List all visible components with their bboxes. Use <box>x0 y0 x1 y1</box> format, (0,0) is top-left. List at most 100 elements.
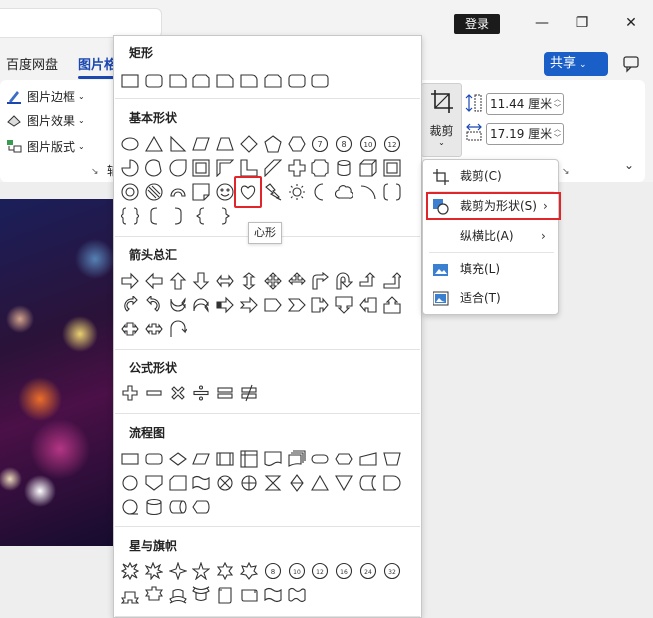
shape-moon-icon[interactable] <box>309 181 331 203</box>
shape-chevron-icon[interactable] <box>286 294 308 316</box>
menu-item-fit[interactable]: 适合(T) <box>423 285 558 311</box>
menu-item-crop-to-shape[interactable]: 裁剪为形状(S) › <box>426 192 561 220</box>
shape-striped-icon[interactable] <box>214 294 236 316</box>
shape-star6-icon[interactable] <box>214 560 236 582</box>
shape-pie-icon[interactable] <box>119 157 141 179</box>
shape-div-icon[interactable] <box>190 382 212 404</box>
shape-star7-icon[interactable] <box>238 560 260 582</box>
shape-fDec-icon[interactable] <box>167 448 189 470</box>
shape-lbrace-icon[interactable] <box>190 205 212 227</box>
shape-trap-icon[interactable] <box>214 133 236 155</box>
shape-plaque-icon[interactable] <box>309 157 331 179</box>
minimize-button[interactable]: — <box>531 12 553 34</box>
shape-fData-icon[interactable] <box>190 448 212 470</box>
spin-icon[interactable]: ︿ ﹀ <box>554 125 561 143</box>
shape-fStored-icon[interactable] <box>357 472 379 494</box>
shape-arc-icon[interactable] <box>167 181 189 203</box>
shape-ribCurUp-icon[interactable] <box>167 584 189 606</box>
shape-curveD-icon[interactable] <box>190 294 212 316</box>
shape-dblbracket-icon[interactable] <box>381 181 403 203</box>
shape-aL-icon[interactable] <box>143 270 165 292</box>
shape-ribCurDn-icon[interactable] <box>190 584 212 606</box>
shape-dodec-icon[interactable]: 12 <box>381 133 403 155</box>
shape-starN12-icon[interactable]: 12 <box>309 560 331 582</box>
dialog-launcher-icon[interactable]: ↘ <box>562 167 570 177</box>
shape-fSort-icon[interactable] <box>286 472 308 494</box>
search-box[interactable] <box>0 8 162 38</box>
shape-fold-icon[interactable] <box>190 181 212 203</box>
shape-rrect-icon[interactable] <box>309 70 331 92</box>
shape-sun-icon[interactable] <box>286 181 308 203</box>
shape-curveR-icon[interactable] <box>119 294 141 316</box>
shape-lbracket-icon[interactable] <box>143 205 165 227</box>
shape-fOr-icon[interactable] <box>238 472 260 494</box>
shape-plus-icon[interactable] <box>119 382 141 404</box>
shape-fManOp-icon[interactable] <box>381 448 403 470</box>
share-button[interactable]: 共享 ⌄ <box>544 52 608 76</box>
spin-icon[interactable]: ︿ ﹀ <box>554 95 561 113</box>
restore-button[interactable]: ❐ <box>571 12 593 34</box>
shape-ribUp-icon[interactable] <box>119 584 141 606</box>
shape-fConn-icon[interactable] <box>119 472 141 494</box>
shape-dec-icon[interactable]: 10 <box>357 133 379 155</box>
shape-circArrow-icon[interactable] <box>167 318 189 340</box>
shape-lup-icon[interactable] <box>357 270 379 292</box>
shape-cloud-icon[interactable] <box>333 181 355 203</box>
shape-cross-icon[interactable] <box>286 157 308 179</box>
shape-bevel-icon[interactable] <box>381 157 403 179</box>
shape-fDelay-icon[interactable] <box>381 472 403 494</box>
shape-can-icon[interactable] <box>333 157 355 179</box>
shape-fMan-icon[interactable] <box>357 448 379 470</box>
menu-item-fill[interactable]: 填充(L) <box>423 256 558 282</box>
shape-minus-icon[interactable] <box>143 382 165 404</box>
shape-tear-icon[interactable] <box>167 157 189 179</box>
shape-fTape-icon[interactable] <box>190 472 212 494</box>
menu-item-crop[interactable]: 裁剪(C) <box>423 163 558 189</box>
shape-fExt-icon[interactable] <box>309 472 331 494</box>
shape-diag-icon[interactable] <box>262 157 284 179</box>
bokeh-picture[interactable] <box>0 199 115 546</box>
shape-halfframe-icon[interactable] <box>214 157 236 179</box>
collapse-ribbon-icon[interactable]: ⌄ <box>624 158 634 172</box>
shape-pent-icon[interactable] <box>262 133 284 155</box>
tab-picture-format[interactable]: 图片格 <box>78 54 117 73</box>
shape-aR-icon[interactable] <box>119 270 141 292</box>
shape-smile-icon[interactable] <box>214 181 236 203</box>
shape-aLR-icon[interactable] <box>214 270 236 292</box>
comments-icon[interactable] <box>620 53 642 75</box>
shape-aUD-icon[interactable] <box>238 270 260 292</box>
shape-calloutL-icon[interactable] <box>357 294 379 316</box>
shape-a3-icon[interactable] <box>286 270 308 292</box>
shape-scrollH-icon[interactable] <box>238 584 260 606</box>
shape-noteq-icon[interactable] <box>238 382 260 404</box>
shape-ribDn-icon[interactable] <box>143 584 165 606</box>
shape-heart-icon[interactable] <box>234 176 262 208</box>
shape-calloutU-icon[interactable] <box>381 294 403 316</box>
shape-oval-icon[interactable] <box>119 133 141 155</box>
shape-bentup-icon[interactable] <box>381 270 403 292</box>
shape-dwave-icon[interactable] <box>286 584 308 606</box>
shape-snip2-icon[interactable] <box>262 70 284 92</box>
shape-cube-icon[interactable] <box>357 157 379 179</box>
tab-baidu-netdisk[interactable]: 百度网盘 <box>6 54 58 73</box>
picture-border-button[interactable]: 图片边框 ⌄ <box>6 86 85 106</box>
height-input[interactable]: 11.44 厘米 ︿ ﹀ <box>486 93 564 115</box>
shape-arcline-icon[interactable] <box>357 181 379 203</box>
shape-frame-icon[interactable] <box>190 157 212 179</box>
shape-fColl-icon[interactable] <box>262 472 284 494</box>
picture-layout-button[interactable]: 图片版式 ⌄ <box>6 136 85 156</box>
picture-effects-button[interactable]: 图片效果 ⌄ <box>6 110 85 130</box>
shape-fSum-icon[interactable] <box>214 472 236 494</box>
shape-wave-icon[interactable] <box>262 584 284 606</box>
shape-hex-icon[interactable] <box>286 133 308 155</box>
shape-round1-icon[interactable] <box>238 70 260 92</box>
shape-star4-icon[interactable] <box>167 560 189 582</box>
shape-callLR-icon[interactable] <box>119 318 141 340</box>
shape-fMerge-icon[interactable] <box>333 472 355 494</box>
shape-burst2-icon[interactable] <box>143 560 165 582</box>
shape-star5-icon[interactable] <box>190 560 212 582</box>
shape-donut-icon[interactable] <box>119 181 141 203</box>
shape-bolt-icon[interactable] <box>262 181 284 203</box>
shape-burst1-icon[interactable] <box>119 560 141 582</box>
shape-rrect-icon[interactable] <box>143 70 165 92</box>
